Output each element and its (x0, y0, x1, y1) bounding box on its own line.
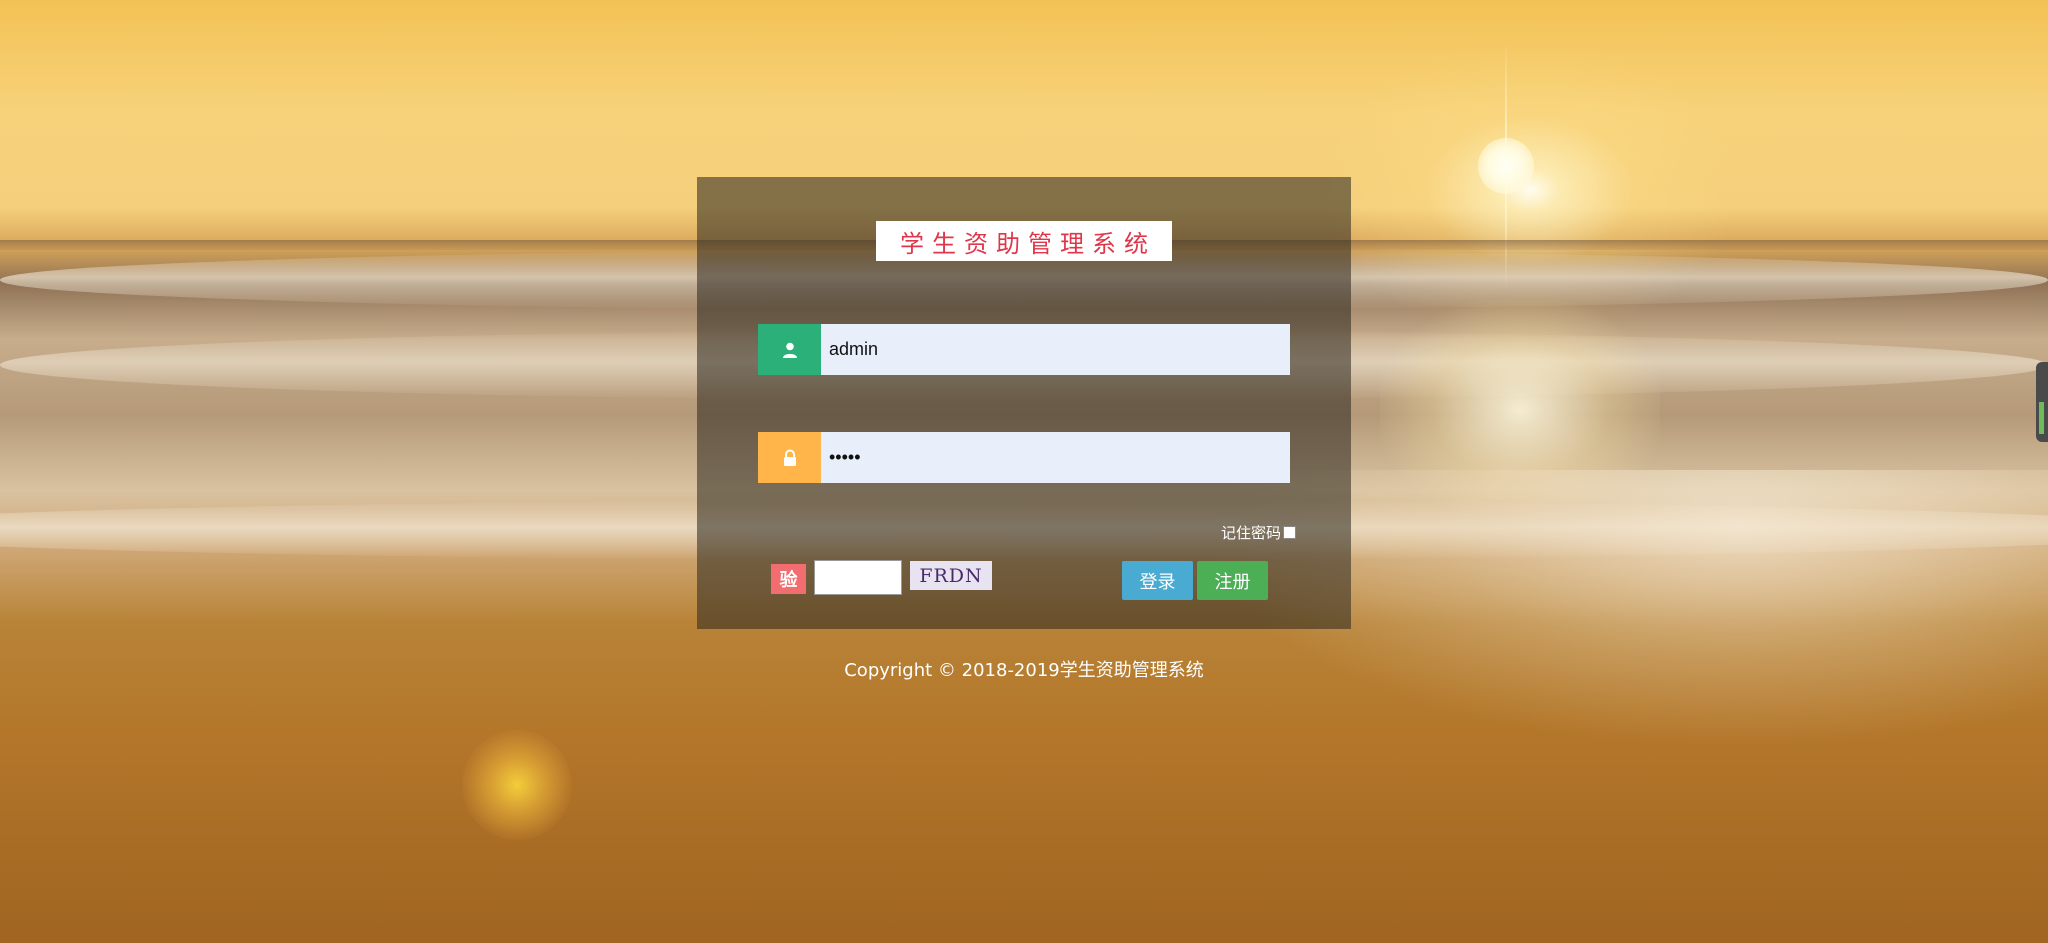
remember-password-checkbox[interactable] (1283, 526, 1296, 539)
username-input[interactable]: admin (821, 324, 1290, 375)
remember-password-label: 记住密码 (1220, 524, 1281, 542)
lens-flare (462, 730, 572, 840)
sun (1478, 138, 1534, 194)
copyright-text: Copyright © 2018-2019学生资助管理系统 (844, 660, 1204, 681)
username-field: admin (758, 324, 1290, 375)
side-widget-indicator (2039, 402, 2044, 434)
password-field: ••••• (758, 432, 1290, 483)
captcha-badge: 验 (771, 564, 806, 594)
system-title-box: 学生资助管理系统 (876, 221, 1172, 261)
login-panel: 学生资助管理系统 admin ••••• 记住密码 验 FRDN 登录 注册 (697, 177, 1351, 629)
lock-icon (758, 432, 821, 483)
captcha-input[interactable] (814, 560, 902, 595)
remember-password: 记住密码 (1221, 522, 1296, 543)
system-title: 学生资助管理系统 (900, 229, 1156, 258)
sand (0, 600, 2048, 943)
login-button[interactable]: 登录 (1122, 561, 1193, 600)
password-input[interactable]: ••••• (821, 432, 1290, 483)
user-icon (758, 324, 821, 375)
captcha-image[interactable]: FRDN (910, 561, 992, 590)
register-button[interactable]: 注册 (1197, 561, 1268, 600)
side-widget-handle[interactable] (2036, 362, 2048, 442)
